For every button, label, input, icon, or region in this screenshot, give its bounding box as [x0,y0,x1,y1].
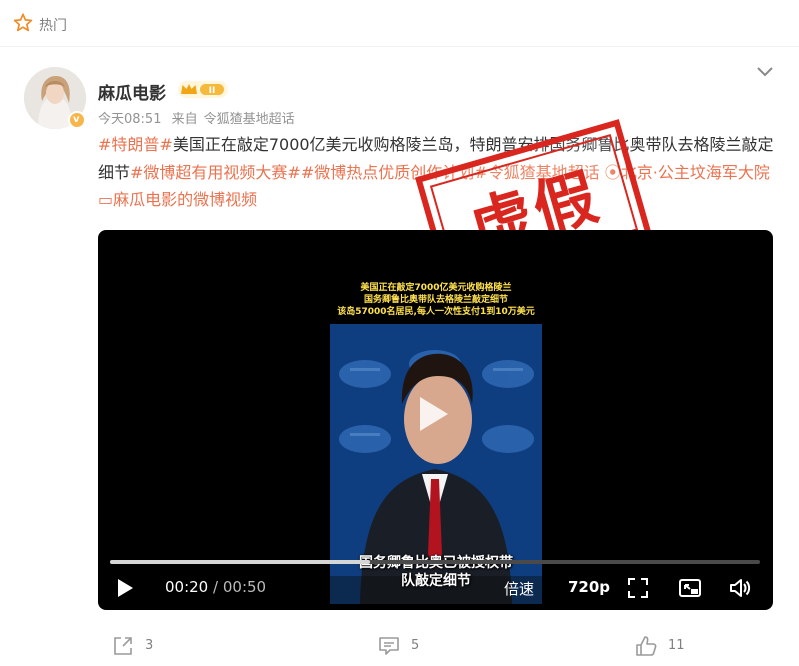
vip-level: II [209,86,216,96]
avatar[interactable]: v [24,67,86,129]
caption-line: 国务卿鲁比奥带队去格陵兰敲定细节 [363,295,508,305]
hashtag-link[interactable]: #特朗普# [98,135,173,154]
comment-count: 5 [411,638,420,653]
post-time[interactable]: 今天08:51 [98,112,161,127]
video-player[interactable]: 美国正在敲定7000亿美元收购格陵兰 国务卿鲁比奥带队去格陵兰敲定细节 该岛57… [98,230,773,610]
thumbs-up-icon [636,636,657,656]
comment-icon [379,637,399,655]
action-bar: 3 5 11 [0,630,799,666]
top-bar: 热门 [0,0,799,46]
progress-bar[interactable] [110,560,760,564]
source-prefix: 来自 [171,112,198,127]
post-meta: 今天08:51 来自 令狐猹基地超话 [98,108,301,127]
vip-crown-icon: II [178,81,228,98]
time-separator: / [213,578,219,596]
speed-button[interactable]: 倍速 [504,578,534,599]
volume-icon[interactable] [728,576,752,600]
play-icon[interactable] [112,576,136,600]
hashtag-link[interactable]: #微博超有用视频大赛# [130,163,301,182]
section-label[interactable]: 热门 [39,15,67,35]
divider [0,46,799,47]
video-caption-top: 美国正在敲定7000亿美元收购格陵兰 国务卿鲁比奥带队去格陵兰敲定细节 该岛57… [330,282,542,318]
share-count: 3 [145,638,154,653]
post-source[interactable]: 令狐猹基地超话 [204,112,295,127]
share-icon [114,637,132,655]
total-time: 00:50 [222,578,267,596]
caption-line: 该岛57000名居民,每人一次性支付1到10万美元 [337,307,535,317]
star-icon [13,13,33,32]
chevron-down-icon[interactable] [752,61,778,81]
current-time: 00:20 [165,578,209,596]
time-display: 00:20 / 00:50 [165,578,266,596]
progress-fill [110,560,370,564]
share-button[interactable]: 3 [112,635,172,657]
video-controls: 00:20 / 00:50 倍速 720p [98,570,773,606]
like-count: 11 [668,638,685,653]
caption-line: 美国正在敲定7000亿美元收购格陵兰 [360,283,512,293]
author-name[interactable]: 麻瓜电影 [98,79,166,104]
fullscreen-icon[interactable] [626,576,650,600]
comment-button[interactable]: 5 [378,635,438,657]
play-overlay-icon[interactable] [408,391,454,437]
verified-icon: v [68,111,86,129]
quality-button[interactable]: 720p [568,578,610,596]
like-button[interactable]: 11 [635,635,695,657]
picture-in-picture-icon[interactable] [678,576,702,600]
post-link[interactable]: ▭麻瓜电影的微博视频 [98,190,257,209]
